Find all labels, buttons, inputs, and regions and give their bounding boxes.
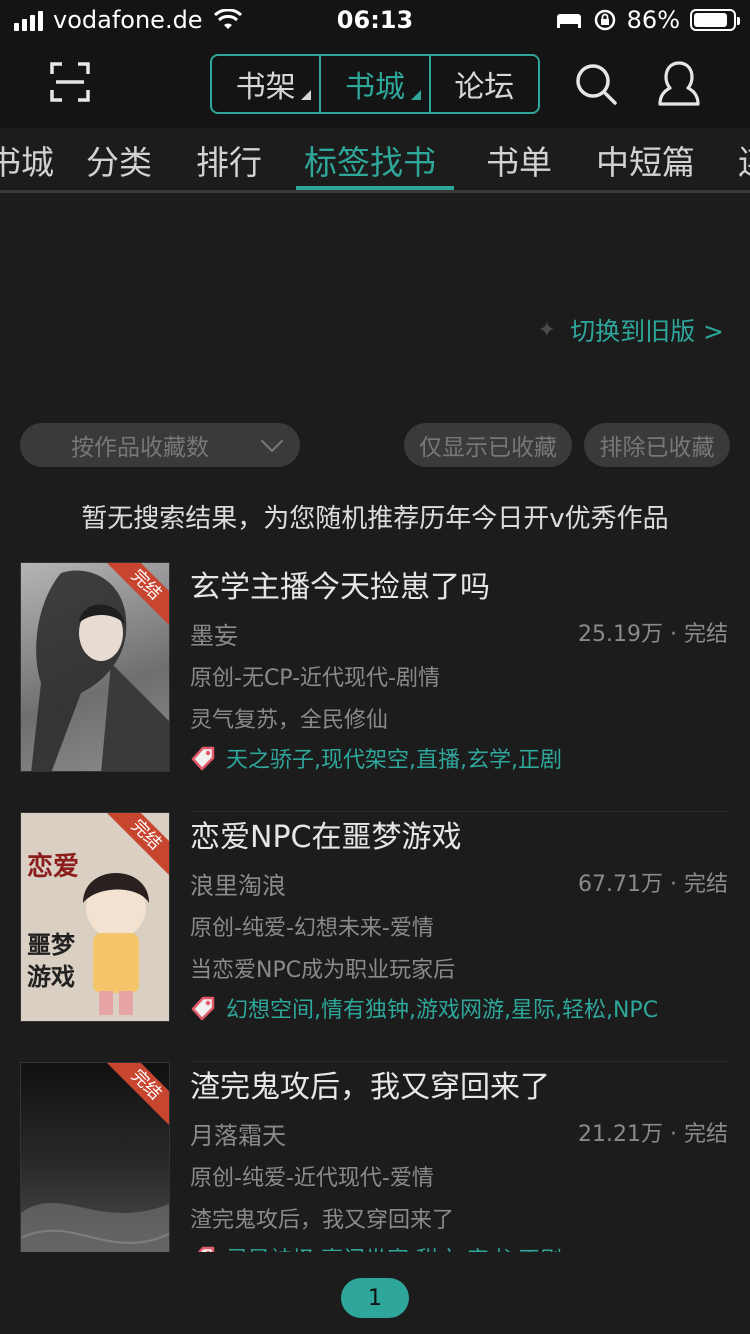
switch-old-version-link[interactable]: ✦ 切换到旧版 >	[538, 312, 724, 348]
sort-dropdown[interactable]: 按作品收藏数	[20, 423, 300, 467]
book-genre: 原创-无CP-近代现代-剧情	[190, 666, 440, 691]
tag-icon	[191, 746, 215, 771]
book-author[interactable]: 月落霜天	[190, 1116, 286, 1151]
status-bar: vodafone.de 06:13 86%	[0, 0, 750, 40]
no-results-notice: 暂无搜索结果，为您随机推荐历年今日开v优秀作品	[81, 504, 669, 534]
svg-text:游戏: 游戏	[27, 963, 75, 991]
book-tags: 灵异神怪,豪门世家,甜文,穿书,正剧	[190, 1242, 562, 1252]
book-tags: 幻想空间,情有独钟,游戏网游,星际,轻松,NPC	[190, 992, 658, 1024]
only-collected-label: 仅显示已收藏	[419, 435, 557, 461]
sparkle-icon: ✦	[537, 317, 557, 343]
book-genre: 原创-纯爱-近代现代-爱情	[190, 1166, 434, 1191]
book-tag-list[interactable]: 灵异神怪,豪门世家,甜文,穿书,正剧	[226, 1242, 562, 1252]
page-button-current[interactable]: 1	[341, 1278, 409, 1318]
section-switcher: 书架 书城 论坛	[210, 54, 540, 114]
battery-percent: 86%	[626, 6, 680, 34]
book-intro: 渣完鬼攻后，我又穿回来了	[190, 1208, 455, 1233]
tab-categories[interactable]: 分类	[86, 136, 152, 184]
book-cover[interactable]: 恋爱 噩梦 游戏 完结	[20, 812, 170, 1022]
book-item[interactable]: 恋爱 噩梦 游戏 完结 恋爱NPC在噩梦游戏 浪里淘浪 67.71万 · 完结 …	[0, 812, 750, 1062]
svg-text:噩梦: 噩梦	[27, 931, 76, 959]
orientation-lock-icon	[594, 9, 615, 31]
book-item[interactable]: 完结 渣完鬼攻后，我又穿回来了 月落霜天 21.21万 · 完结 原创-纯爱-近…	[0, 1062, 750, 1252]
tab-short-stories[interactable]: 中短篇	[596, 136, 695, 184]
only-collected-button[interactable]: 仅显示已收藏	[404, 423, 572, 467]
segment-label: 书城	[344, 70, 405, 105]
battery-icon	[690, 9, 740, 31]
svg-text:恋爱: 恋爱	[27, 851, 79, 882]
book-title[interactable]: 恋爱NPC在噩梦游戏	[190, 812, 461, 856]
book-list: 完结 玄学主播今天捡崽了吗 墨妄 25.19万 · 完结 原创-无CP-近代现代…	[0, 562, 750, 1252]
chevron-down-icon	[260, 429, 284, 453]
tab-more[interactable]: 连	[738, 136, 750, 184]
exclude-collected-label: 排除已收藏	[599, 435, 715, 461]
book-cover[interactable]: 完结	[20, 562, 170, 772]
book-author[interactable]: 墨妄	[190, 616, 238, 651]
tab-bookstore[interactable]: 书城	[0, 136, 54, 184]
scan-icon[interactable]	[50, 62, 90, 102]
book-tag-list[interactable]: 幻想空间,情有独钟,游戏网游,星际,轻松,NPC	[226, 992, 658, 1024]
category-tabs: 书城 分类 排行 标签找书 书单 中短篇 连	[0, 128, 750, 193]
switch-old-label: 切换到旧版 >	[570, 317, 724, 346]
book-author[interactable]: 浪里淘浪	[190, 866, 286, 901]
book-cover[interactable]: 完结	[20, 1062, 170, 1252]
book-tag-list[interactable]: 天之骄子,现代架空,直播,玄学,正剧	[226, 742, 562, 774]
segment-bookshelf[interactable]: 书架	[212, 56, 322, 112]
tag-icon	[197, 1246, 215, 1252]
bed-icon	[556, 14, 581, 28]
segment-label: 书架	[235, 70, 296, 105]
segment-forum[interactable]: 论坛	[431, 56, 538, 112]
tab-booklists[interactable]: 书单	[486, 136, 552, 184]
caret-icon	[410, 90, 421, 100]
tab-tag-search[interactable]: 标签找书	[304, 136, 436, 184]
exclude-collected-button[interactable]: 排除已收藏	[584, 423, 730, 467]
book-stats: 67.71万 · 完结	[578, 872, 728, 897]
segment-bookstore[interactable]: 书城	[321, 56, 431, 112]
book-stats: 21.21万 · 完结	[578, 1122, 728, 1147]
segment-label: 论坛	[454, 70, 515, 105]
tag-icon	[191, 996, 215, 1021]
user-icon[interactable]	[656, 60, 702, 108]
active-tab-indicator	[296, 186, 454, 190]
sort-label: 按作品收藏数	[71, 435, 209, 461]
book-tags: 天之骄子,现代架空,直播,玄学,正剧	[190, 742, 562, 774]
book-genre: 原创-纯爱-幻想未来-爱情	[190, 916, 434, 941]
book-item[interactable]: 完结 玄学主播今天捡崽了吗 墨妄 25.19万 · 完结 原创-无CP-近代现代…	[0, 562, 750, 812]
battery-fill	[694, 13, 727, 27]
book-stats: 25.19万 · 完结	[578, 622, 728, 647]
top-nav: 书架 书城 论坛	[0, 40, 750, 128]
book-intro: 当恋爱NPC成为职业玩家后	[190, 958, 456, 983]
caret-icon	[301, 90, 312, 100]
book-title[interactable]: 玄学主播今天捡崽了吗	[190, 562, 490, 606]
status-right: 86%	[555, 6, 740, 34]
book-intro: 灵气复苏，全民修仙	[190, 708, 389, 733]
search-icon[interactable]	[574, 62, 618, 106]
book-title[interactable]: 渣完鬼攻后，我又穿回来了	[190, 1062, 550, 1106]
tab-ranking[interactable]: 排行	[196, 136, 262, 184]
